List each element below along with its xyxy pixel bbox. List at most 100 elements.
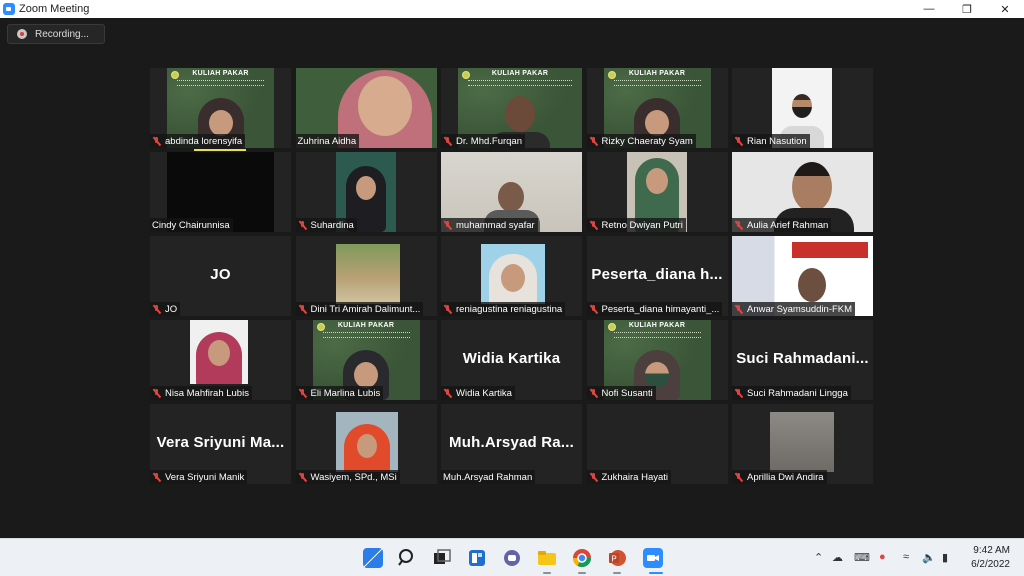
participant-tile[interactable]: Retno Dwiyan Putri xyxy=(586,152,728,232)
mic-muted-icon xyxy=(443,388,452,398)
task-view-icon[interactable] xyxy=(432,548,452,568)
keyboard-icon[interactable]: ⌨ xyxy=(854,551,870,564)
participant-tile[interactable]: Aprillia Dwi Andira xyxy=(732,404,873,484)
participant-tile[interactable]: JO JO xyxy=(150,236,291,316)
participant-name: Retno Dwiyan Putri xyxy=(601,219,683,231)
search-icon[interactable] xyxy=(397,548,417,568)
face xyxy=(645,362,669,388)
window-title: Zoom Meeting xyxy=(19,3,90,15)
participant-name-label: Wasiyem, SPd., MSi xyxy=(295,470,400,484)
banner-title: KULIAH PAKAR xyxy=(491,70,549,77)
participant-name: Eli Marlina Lubis xyxy=(310,387,381,399)
participant-tile[interactable]: Dini Tri Amirah Dalimunt... xyxy=(295,236,437,316)
mic-muted-icon xyxy=(152,136,161,146)
mic-muted-icon xyxy=(734,388,743,398)
participant-tile[interactable]: Wasiyem, SPd., MSi xyxy=(295,404,437,484)
participant-name-label: abdinda lorensyifa xyxy=(150,134,246,148)
participant-tile[interactable]: Zuhrina Aidha xyxy=(295,68,437,148)
participant-name: Nisa Mahfirah Lubis xyxy=(165,387,249,399)
record-icon xyxy=(17,29,27,39)
participant-tile[interactable]: Rian Nasution xyxy=(732,68,873,148)
participant-tile[interactable]: KULIAH PAKAR Rizky Chaeraty Syam xyxy=(586,68,728,148)
participant-name: Wasiyem, SPd., MSi xyxy=(310,471,397,483)
participant-tile[interactable]: Cindy Chairunnisa xyxy=(150,152,291,232)
zoom-app-icon xyxy=(3,3,15,15)
mic-muted-icon xyxy=(734,136,743,146)
recording-label: Recording... xyxy=(35,28,89,40)
mic-muted-icon xyxy=(443,304,452,314)
face xyxy=(356,434,377,458)
participant-tile[interactable]: muhammad syafar xyxy=(441,152,582,232)
video-feed xyxy=(335,244,400,304)
banner-title: KULIAH PAKAR xyxy=(628,322,686,329)
zoom-icon[interactable] xyxy=(643,548,663,568)
participant-name-label: Anwar Syamsuddin-FKM xyxy=(732,302,856,316)
banner-title: KULIAH PAKAR xyxy=(192,70,249,77)
battery-icon[interactable]: ▮ xyxy=(942,551,948,564)
participant-tile[interactable]: Aulia Arief Rahman xyxy=(732,152,873,232)
svg-text:P: P xyxy=(611,555,616,564)
face xyxy=(645,110,669,136)
system-clock[interactable]: 9:42 AM 6/2/2022 xyxy=(971,544,1010,572)
mic-muted-icon xyxy=(298,388,307,398)
participant-name-label: Nisa Mahfirah Lubis xyxy=(150,386,252,400)
close-button[interactable]: ✕ xyxy=(986,0,1024,18)
mic-muted-icon xyxy=(443,136,452,146)
participant-tile[interactable]: Nisa Mahfirah Lubis xyxy=(150,320,291,400)
banner-subtitle-lines xyxy=(613,332,701,338)
participant-tile[interactable]: Vera Sriyuni Ma... Vera Sriyuni Manik xyxy=(150,404,291,484)
participant-tile[interactable]: KULIAH PAKAR Dr. Mhd.Furqan xyxy=(441,68,582,148)
mic-muted-icon xyxy=(734,472,743,482)
banner-title: KULIAH PAKAR xyxy=(337,322,395,329)
participant-tile[interactable]: KULIAH PAKAR Eli Marlina Lubis xyxy=(295,320,437,400)
mic-muted-icon xyxy=(589,472,598,482)
chevron-up-icon[interactable]: ⌃ xyxy=(814,551,823,564)
participant-tile[interactable]: reniagustina reniagustina xyxy=(441,236,582,316)
chrome-icon[interactable] xyxy=(572,548,592,568)
participant-tile[interactable]: Anwar Syamsuddin-FKM xyxy=(732,236,873,316)
teams-chat-icon[interactable] xyxy=(502,548,522,568)
participant-name-label: Zukhaira Hayati xyxy=(586,470,672,484)
participant-name: reniagustina reniagustina xyxy=(456,303,563,315)
participant-tile[interactable]: Peserta_diana h... Peserta_diana himayant… xyxy=(586,236,728,316)
window-titlebar: Zoom Meeting — ❐ ✕ xyxy=(0,0,1024,18)
widgets-icon[interactable] xyxy=(467,548,487,568)
running-indicator xyxy=(578,572,586,574)
participant-display-name: Muh.Arsyad Ra... xyxy=(449,434,574,451)
maximize-button[interactable]: ❐ xyxy=(948,0,986,18)
participant-tile[interactable]: Suci Rahmadani... Suci Rahmadani Lingga xyxy=(732,320,873,400)
recording-indicator[interactable]: Recording... xyxy=(7,24,105,44)
microphone-icon[interactable]: ● xyxy=(879,551,886,563)
participant-tile[interactable]: KULIAH PAKAR abdinda lorensyifa xyxy=(150,68,291,148)
participant-name: Suhardina xyxy=(310,219,354,231)
participant-name-label: JO xyxy=(150,302,181,316)
video-feed xyxy=(481,244,545,304)
wifi-icon[interactable]: ≈ xyxy=(903,551,909,563)
participant-name: Nofi Susanti xyxy=(601,387,653,399)
face xyxy=(792,162,832,212)
participant-tile[interactable]: Zukhaira Hayati xyxy=(586,404,728,484)
participant-tile[interactable]: Widia Kartika Widia Kartika xyxy=(441,320,582,400)
onedrive-icon[interactable]: ☁ xyxy=(832,551,843,564)
participant-name-label: muhammad syafar xyxy=(441,218,538,232)
participant-tile[interactable]: Suhardina xyxy=(295,152,437,232)
participant-display-name: JO xyxy=(210,266,231,283)
mic-muted-icon xyxy=(589,388,598,398)
face xyxy=(208,340,230,366)
file-explorer-icon[interactable] xyxy=(537,548,557,568)
volume-icon[interactable]: 🔈 xyxy=(922,551,936,564)
participant-tile[interactable]: Muh.Arsyad Ra... Muh.Arsyad Rahman xyxy=(441,404,582,484)
minimize-button[interactable]: — xyxy=(910,0,948,18)
windows-start-icon[interactable] xyxy=(363,548,383,568)
participant-tile[interactable]: KULIAH PAKAR Nofi Susanti xyxy=(586,320,728,400)
participant-name-label: Dr. Mhd.Furqan xyxy=(441,134,525,148)
face xyxy=(798,268,826,302)
mic-muted-icon xyxy=(152,388,161,398)
mic-muted-icon xyxy=(734,304,743,314)
powerpoint-icon[interactable]: P xyxy=(607,548,627,568)
banner-subtitle-lines xyxy=(613,80,701,86)
participant-name: Anwar Syamsuddin-FKM xyxy=(747,303,853,315)
face xyxy=(792,94,812,118)
participant-name: Vera Sriyuni Manik xyxy=(165,471,245,483)
participant-name-label: Muh.Arsyad Rahman xyxy=(441,470,536,484)
